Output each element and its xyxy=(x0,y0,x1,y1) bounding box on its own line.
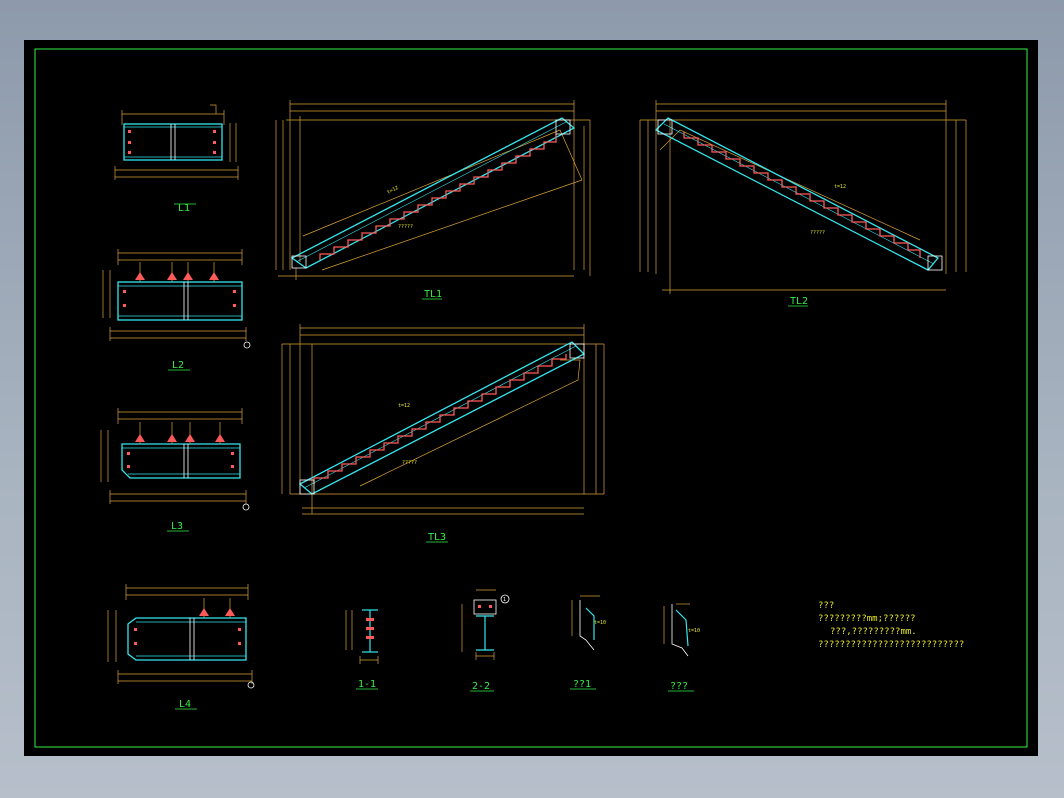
node-1-label-t10: t=10 xyxy=(594,620,606,626)
l4-title: L4 xyxy=(179,699,191,710)
tl2-note-ref: ????? xyxy=(810,230,825,236)
section-1-1-title: 1-1 xyxy=(358,679,376,690)
tl1-note-ref: ????? xyxy=(398,224,413,230)
notes-title: ??? xyxy=(818,601,834,611)
section-2-2-title: 2-2 xyxy=(472,681,490,692)
tl3-label-t12: t=12 xyxy=(398,403,410,409)
tl2-title: TL2 xyxy=(790,296,808,307)
tl1-title: TL1 xyxy=(424,289,442,300)
tl2-label-t12: t=12 xyxy=(834,184,846,190)
node-1-title: ??1 xyxy=(573,679,591,690)
l2-title: L2 xyxy=(172,360,184,371)
section-marker: 1 xyxy=(503,597,506,603)
node-2-label-t10: t=10 xyxy=(688,628,700,634)
notes-line-3: ??????????????????????????? xyxy=(818,640,964,650)
l3-title: L3 xyxy=(171,521,183,532)
tl3-title: TL3 xyxy=(428,532,446,543)
cad-viewport: L1 L2 L3 L4 t=12 ????? TL1 t=12 ????? TL… xyxy=(24,40,1038,756)
notes-line-1: ?????????mm;?????? xyxy=(818,614,916,624)
node-2-title: ??? xyxy=(670,681,688,692)
notes-line-2: ???,?????????mm. xyxy=(830,627,917,637)
tl3-note-ref: ????? xyxy=(402,460,417,466)
l1-title: L1 xyxy=(178,203,190,214)
